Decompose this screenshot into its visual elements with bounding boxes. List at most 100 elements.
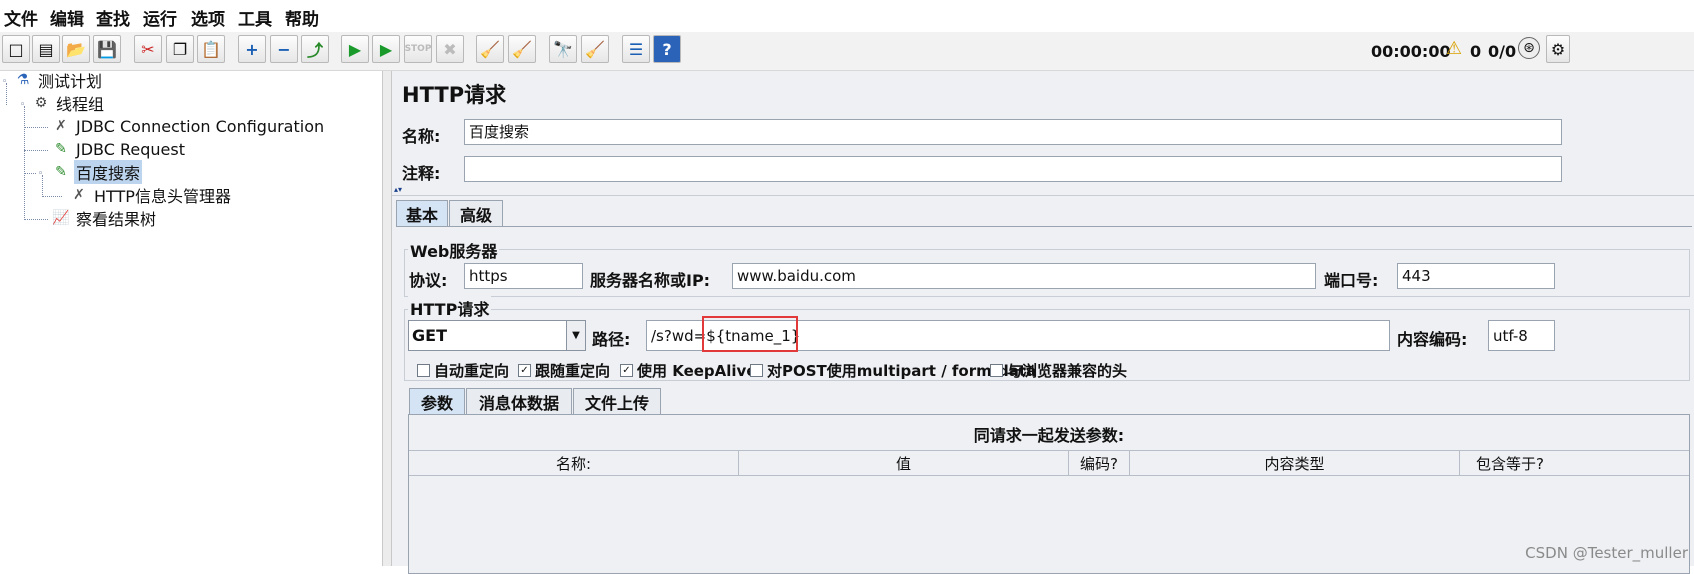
- auto-redirect-checkbox[interactable]: 自动重定向: [417, 360, 509, 381]
- parameters-panel: 同请求一起发送参数: 名称: 值 编码? 内容类型 包含等于?: [408, 414, 1690, 574]
- copy-icon[interactable]: ❐: [166, 35, 194, 63]
- flask-icon: ⚗: [16, 72, 30, 88]
- tab-parameters[interactable]: 参数: [409, 388, 465, 414]
- wrench-icon: ✗: [73, 187, 85, 203]
- tree-item-thread-group[interactable]: ⚙ 线程组: [32, 92, 106, 114]
- checkbox-box: [417, 364, 430, 377]
- pipette-icon: ✎: [55, 141, 67, 157]
- binoculars-icon[interactable]: 🔭: [549, 35, 577, 63]
- wrench-icon: ✗: [55, 118, 67, 134]
- path-prefix: /s?wd=: [651, 327, 707, 345]
- save-icon[interactable]: 💾: [93, 35, 121, 63]
- expand-icon[interactable]: +: [238, 35, 266, 63]
- menu-run[interactable]: 运行: [143, 5, 177, 30]
- warning-icon[interactable]: ⚠: [1446, 38, 1462, 59]
- split-pane-divider[interactable]: [383, 71, 392, 566]
- follow-redirect-checkbox[interactable]: ✓ 跟随重定向: [518, 360, 610, 381]
- clear-all-icon[interactable]: 🧹: [508, 35, 536, 63]
- tree-item-jdbc-request[interactable]: ✎ JDBC Request: [52, 138, 187, 160]
- checkbox-box: [990, 364, 1003, 377]
- remote-status-icon: ⊛: [1518, 37, 1540, 59]
- tree-collapse-icon[interactable]: ◦: [2, 78, 10, 87]
- server-name-field[interactable]: www.baidu.com: [732, 263, 1316, 289]
- keepalive-checkbox[interactable]: ✓ 使用 KeepAlive: [620, 360, 757, 381]
- encoding-field[interactable]: utf-8: [1488, 320, 1555, 351]
- menu-options[interactable]: 选项: [191, 5, 225, 30]
- shutdown-icon[interactable]: ✖: [436, 35, 464, 63]
- tree-collapse-icon[interactable]: ◦: [38, 170, 46, 179]
- tab-body-data[interactable]: 消息体数据: [466, 388, 572, 414]
- name-label: 名称:: [402, 127, 441, 146]
- tree-line: [24, 219, 48, 220]
- tree-item-label: HTTP信息头管理器: [94, 187, 231, 206]
- tab-file-upload[interactable]: 文件上传: [573, 388, 661, 414]
- column-value[interactable]: 值: [739, 451, 1069, 475]
- toggle-icon[interactable]: ⤴: [301, 35, 329, 63]
- warning-count: 0: [1470, 42, 1482, 61]
- cut-icon[interactable]: ✂: [134, 35, 162, 63]
- tab-divider: [396, 226, 1692, 227]
- log-viewer-icon[interactable]: ⚙: [1546, 35, 1570, 63]
- tree-item-test-plan[interactable]: ⚗ 测试计划: [14, 69, 104, 91]
- column-name[interactable]: 名称:: [409, 451, 739, 475]
- tab-basic[interactable]: 基本: [396, 200, 448, 226]
- function-helper-icon[interactable]: ☰: [622, 35, 650, 63]
- protocol-field[interactable]: https: [464, 263, 583, 289]
- comment-field[interactable]: [464, 156, 1562, 182]
- clear-icon[interactable]: 🧹: [476, 35, 504, 63]
- templates-icon[interactable]: ▤: [32, 35, 60, 63]
- protocol-label: 协议:: [409, 271, 448, 290]
- column-content-type[interactable]: 内容类型: [1130, 451, 1460, 475]
- chevron-down-icon[interactable]: ▼: [566, 321, 585, 350]
- method-value: GET: [412, 326, 447, 345]
- encoding-label: 内容编码:: [1397, 330, 1468, 349]
- annotation-highlight: [702, 316, 798, 352]
- tree-line: [24, 106, 25, 220]
- tree-item-label: JDBC Request: [76, 139, 185, 159]
- http-request-group-title: HTTP请求: [408, 296, 492, 320]
- tree-item-label: 测试计划: [38, 72, 103, 91]
- menu-tools[interactable]: 工具: [238, 5, 272, 30]
- menu-help[interactable]: 帮助: [285, 5, 319, 30]
- method-select[interactable]: GET ▼: [408, 320, 586, 351]
- tree-collapse-icon[interactable]: ◦: [20, 101, 28, 110]
- tree-line: [24, 150, 48, 151]
- port-field[interactable]: 443: [1397, 263, 1555, 289]
- tab-advanced[interactable]: 高级: [449, 200, 503, 226]
- web-server-group-title: Web服务器: [408, 238, 500, 262]
- tree-item-jdbc-config[interactable]: ✗ JDBC Connection Configuration: [52, 115, 326, 137]
- parameters-caption: 同请求一起发送参数:: [973, 426, 1125, 445]
- collapse-icon[interactable]: −: [270, 35, 298, 63]
- tree-item-label: 百度搜索: [74, 160, 143, 184]
- collapse-arrows-icon[interactable]: ▴▾: [394, 185, 402, 194]
- watermark: CSDN @Tester_muller: [1525, 544, 1688, 562]
- stop-icon[interactable]: STOP: [404, 35, 432, 63]
- divider: [392, 195, 1694, 196]
- reset-search-icon[interactable]: 🧹: [581, 35, 609, 63]
- menu-search[interactable]: 查找: [96, 5, 130, 30]
- panel-title: HTTP请求: [402, 83, 507, 107]
- column-encode[interactable]: 编码?: [1069, 451, 1130, 475]
- test-plan-tree: ◦ ◦ ◦ ⚗ 测试计划 ⚙ 线程组 ✗ JDBC Connection Con…: [0, 71, 383, 566]
- paste-icon[interactable]: 📋: [197, 35, 225, 63]
- start-icon[interactable]: ▶: [341, 35, 369, 63]
- server-name-label: 服务器名称或IP:: [590, 271, 711, 290]
- help-icon[interactable]: ?: [653, 35, 681, 63]
- menu-bar: 文件 编辑 查找 运行 选项 工具 帮助: [0, 0, 1694, 32]
- column-include-equals[interactable]: 包含等于?: [1460, 451, 1560, 475]
- open-icon[interactable]: 📂: [62, 35, 90, 63]
- tree-line: [42, 196, 62, 197]
- new-icon[interactable]: □: [2, 35, 30, 63]
- start-no-pauses-icon[interactable]: ▶: [372, 35, 400, 63]
- tree-item-header-manager[interactable]: ✗ HTTP信息头管理器: [70, 184, 233, 206]
- tree-item-result-tree[interactable]: 📈 察看结果树: [52, 207, 158, 229]
- pipette-icon: ✎: [55, 164, 67, 180]
- menu-file[interactable]: 文件: [4, 5, 38, 30]
- name-field[interactable]: 百度搜索: [464, 119, 1562, 145]
- browser-headers-checkbox[interactable]: 与浏览器兼容的头: [990, 360, 1127, 381]
- menu-edit[interactable]: 编辑: [50, 5, 84, 30]
- tree-line: [24, 127, 48, 128]
- parameters-table-header: 名称: 值 编码? 内容类型 包含等于?: [409, 450, 1689, 476]
- tree-item-baidu-search[interactable]: ✎ 百度搜索: [52, 160, 143, 184]
- path-label: 路径:: [592, 330, 631, 349]
